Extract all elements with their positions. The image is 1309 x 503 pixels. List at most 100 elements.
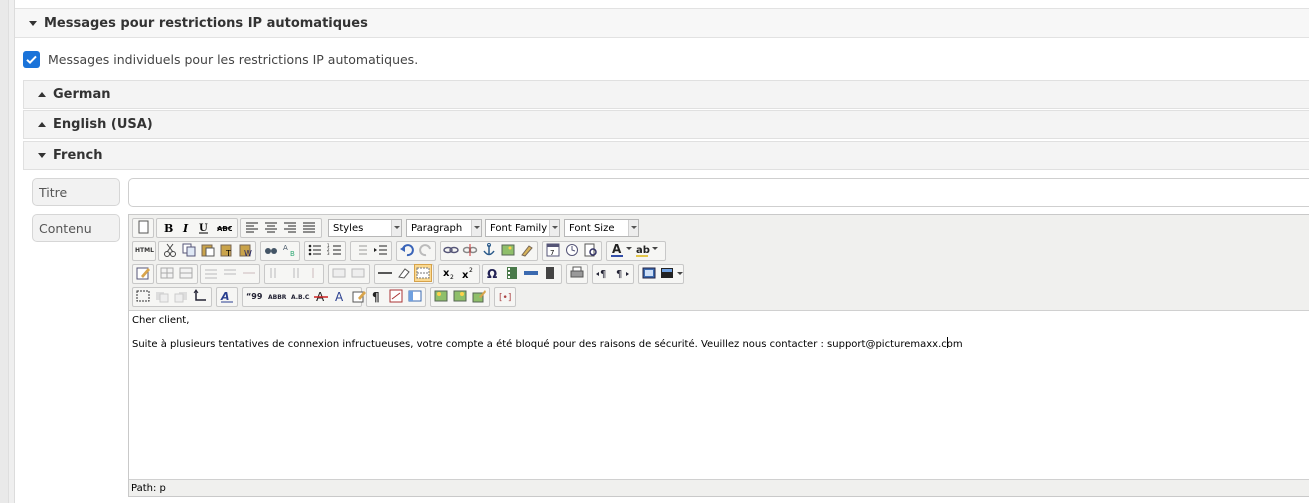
- insert-date-icon[interactable]: 7: [544, 241, 562, 259]
- caret-down-icon: [29, 21, 37, 26]
- anchor-icon[interactable]: [480, 241, 498, 259]
- new-document-icon[interactable]: [134, 218, 152, 236]
- edit-css-icon[interactable]: [134, 264, 152, 282]
- visual-chars-icon[interactable]: [406, 287, 424, 305]
- background-color-icon[interactable]: ab: [633, 241, 651, 259]
- deletion-icon[interactable]: A: [312, 287, 330, 305]
- image-icon[interactable]: [499, 241, 517, 259]
- chevron-down-icon[interactable]: [652, 247, 658, 250]
- col-before-icon[interactable]: [266, 264, 284, 282]
- align-center-icon[interactable]: [262, 218, 280, 236]
- italic-icon[interactable]: I: [177, 218, 195, 236]
- align-right-icon[interactable]: [281, 218, 299, 236]
- checkmark-icon: [26, 55, 37, 65]
- language-english-header[interactable]: English (USA): [23, 110, 1309, 139]
- insertion-icon[interactable]: A: [331, 287, 349, 305]
- cleanup-icon[interactable]: [518, 241, 536, 259]
- unlink-icon[interactable]: [461, 241, 479, 259]
- indent-icon[interactable]: [372, 241, 390, 259]
- insert-layer-icon[interactable]: [134, 287, 152, 305]
- horizontal-rule-icon[interactable]: [376, 264, 394, 282]
- insert-time-icon[interactable]: [563, 241, 581, 259]
- quote-icon[interactable]: “99: [244, 287, 266, 305]
- numbered-list-icon[interactable]: 123: [326, 241, 344, 259]
- image-upload-icon[interactable]: [451, 287, 469, 305]
- link-icon[interactable]: [442, 241, 460, 259]
- bullet-list-icon[interactable]: [306, 241, 324, 259]
- superscript-icon[interactable]: x2: [459, 264, 477, 282]
- copy-icon[interactable]: [180, 241, 198, 259]
- paste-text-icon[interactable]: T: [218, 241, 236, 259]
- text-color-icon[interactable]: A: [608, 241, 626, 259]
- underline-icon[interactable]: U: [195, 218, 213, 236]
- styles-select[interactable]: Styles: [328, 219, 402, 237]
- svg-text:ABBR: ABBR: [268, 294, 287, 301]
- template-icon[interactable]: [658, 264, 676, 282]
- page-break-icon[interactable]: [522, 264, 540, 282]
- align-left-icon[interactable]: [243, 218, 261, 236]
- chevron-down-icon: [391, 220, 401, 236]
- paste-word-icon[interactable]: W: [237, 241, 255, 259]
- preview-icon[interactable]: [582, 241, 600, 259]
- html-source-button[interactable]: HTML: [134, 241, 154, 259]
- chevron-down-icon[interactable]: [626, 247, 632, 250]
- chevron-down-icon[interactable]: [677, 272, 683, 275]
- outdent-icon[interactable]: [352, 241, 370, 259]
- acronym-icon[interactable]: A.B.C.: [289, 287, 312, 305]
- nonbreaking-icon[interactable]: [387, 287, 405, 305]
- abbreviation-icon[interactable]: ABBR: [266, 287, 288, 305]
- remove-format-icon[interactable]: [395, 264, 413, 282]
- bold-icon[interactable]: B: [159, 218, 177, 236]
- cut-icon[interactable]: [161, 241, 179, 259]
- table-icon[interactable]: [158, 264, 176, 282]
- section-header[interactable]: Messages pour restrictions IP automatiqu…: [15, 8, 1309, 38]
- row-before-icon[interactable]: [202, 264, 220, 282]
- title-input[interactable]: [128, 178, 1309, 207]
- undo-icon[interactable]: [398, 241, 416, 259]
- language-german-header[interactable]: German: [23, 80, 1309, 109]
- print-icon[interactable]: [568, 264, 586, 282]
- move-backward-icon[interactable]: [172, 287, 190, 305]
- redo-icon[interactable]: [417, 241, 435, 259]
- svg-text:¶: ¶: [616, 269, 622, 280]
- image-edit-icon[interactable]: [470, 287, 488, 305]
- editor-content-area[interactable]: Cher client, Suite à plusieurs tentative…: [129, 310, 1309, 479]
- paragraph-select[interactable]: Paragraph: [406, 219, 482, 237]
- paste-icon[interactable]: [199, 241, 217, 259]
- individual-messages-checkbox[interactable]: [23, 51, 40, 68]
- language-french-header[interactable]: French: [23, 141, 1309, 170]
- svg-text:¶: ¶: [600, 269, 606, 280]
- special-char-icon[interactable]: Ω: [484, 264, 502, 282]
- svg-text:“99: “99: [246, 292, 263, 301]
- row-after-icon[interactable]: [221, 264, 239, 282]
- font-size-select[interactable]: Font Size: [564, 219, 639, 237]
- media-icon[interactable]: [503, 264, 521, 282]
- toolbar-row-3: x2 x2 Ω ¶ ¶: [132, 264, 1308, 284]
- styleprops-icon[interactable]: A: [218, 287, 236, 305]
- show-blocks-icon[interactable]: ¶: [368, 287, 386, 305]
- absolute-position-icon[interactable]: [191, 287, 209, 305]
- find-icon[interactable]: [262, 241, 280, 259]
- delete-row-icon[interactable]: [240, 264, 258, 282]
- strikethrough-icon[interactable]: ABC: [215, 218, 233, 236]
- svg-text:B: B: [164, 222, 173, 235]
- align-justify-icon[interactable]: [300, 218, 318, 236]
- delete-col-icon[interactable]: [304, 264, 322, 282]
- image-manager-icon[interactable]: [432, 287, 450, 305]
- svg-text:A: A: [283, 244, 288, 252]
- placeholder-icon[interactable]: [•]: [496, 287, 514, 305]
- font-family-select[interactable]: Font Family: [485, 219, 560, 237]
- col-after-icon[interactable]: [285, 264, 303, 282]
- visual-aid-icon[interactable]: [414, 264, 432, 282]
- split-cells-icon[interactable]: [330, 264, 348, 282]
- subscript-icon[interactable]: x2: [440, 264, 458, 282]
- fullscreen-icon[interactable]: [640, 264, 658, 282]
- move-forward-icon[interactable]: [153, 287, 171, 305]
- replace-icon[interactable]: AB: [281, 241, 299, 259]
- document-icon[interactable]: [541, 264, 559, 282]
- ltr-icon[interactable]: ¶: [594, 264, 612, 282]
- rtl-icon[interactable]: ¶: [613, 264, 631, 282]
- merge-cells-icon[interactable]: [349, 264, 367, 282]
- chevron-down-icon: [628, 220, 638, 236]
- table-properties-icon[interactable]: [177, 264, 195, 282]
